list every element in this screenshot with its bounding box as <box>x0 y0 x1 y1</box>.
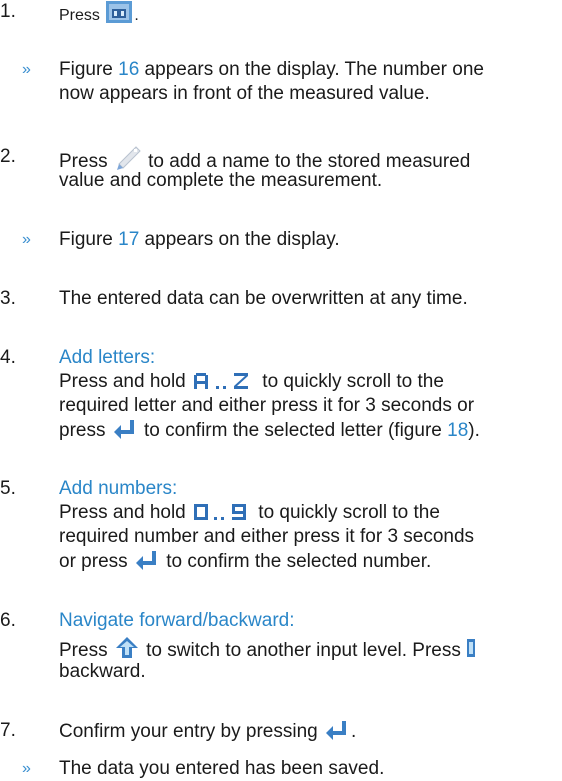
figure-link[interactable]: 16 <box>118 59 139 80</box>
step-number: 7. <box>0 720 16 741</box>
step-heading: Navigate forward/backward: <box>59 610 295 631</box>
step-number: 3. <box>0 288 16 309</box>
figure-link[interactable]: 18 <box>447 420 468 441</box>
enter-icon <box>113 420 134 439</box>
result-arrow: » <box>22 61 31 78</box>
step-number: 4. <box>0 347 16 368</box>
step-number: 1. <box>0 1 16 22</box>
figure-link[interactable]: 17 <box>118 229 139 250</box>
shift-up-icon <box>115 637 138 658</box>
step-number: 2. <box>0 146 16 167</box>
shift-down-icon <box>467 639 476 657</box>
step-text: Press . <box>59 0 558 28</box>
numbers-0-9-icon <box>194 504 247 520</box>
result-text: Figure 17 appears on the display. <box>59 229 340 250</box>
enter-icon <box>135 551 156 570</box>
result-text: Figure 16 appears on the display. The nu… <box>59 59 484 80</box>
step-heading: Add letters: <box>59 347 156 368</box>
step-text: The entered data can be overwritten at a… <box>59 288 468 309</box>
result-arrow: » <box>22 760 31 777</box>
pencil-icon <box>116 146 141 170</box>
enter-icon <box>326 721 346 740</box>
result-arrow: » <box>22 231 31 248</box>
result-text: The data you entered has been saved. <box>59 758 385 779</box>
letters-a-z-icon <box>194 373 249 389</box>
step-text: Confirm your entry by pressing . <box>59 721 357 742</box>
step-number: 5. <box>0 478 16 499</box>
step-number: 6. <box>0 610 16 631</box>
memory-icon <box>106 1 133 23</box>
step-heading: Add numbers: <box>59 478 178 499</box>
